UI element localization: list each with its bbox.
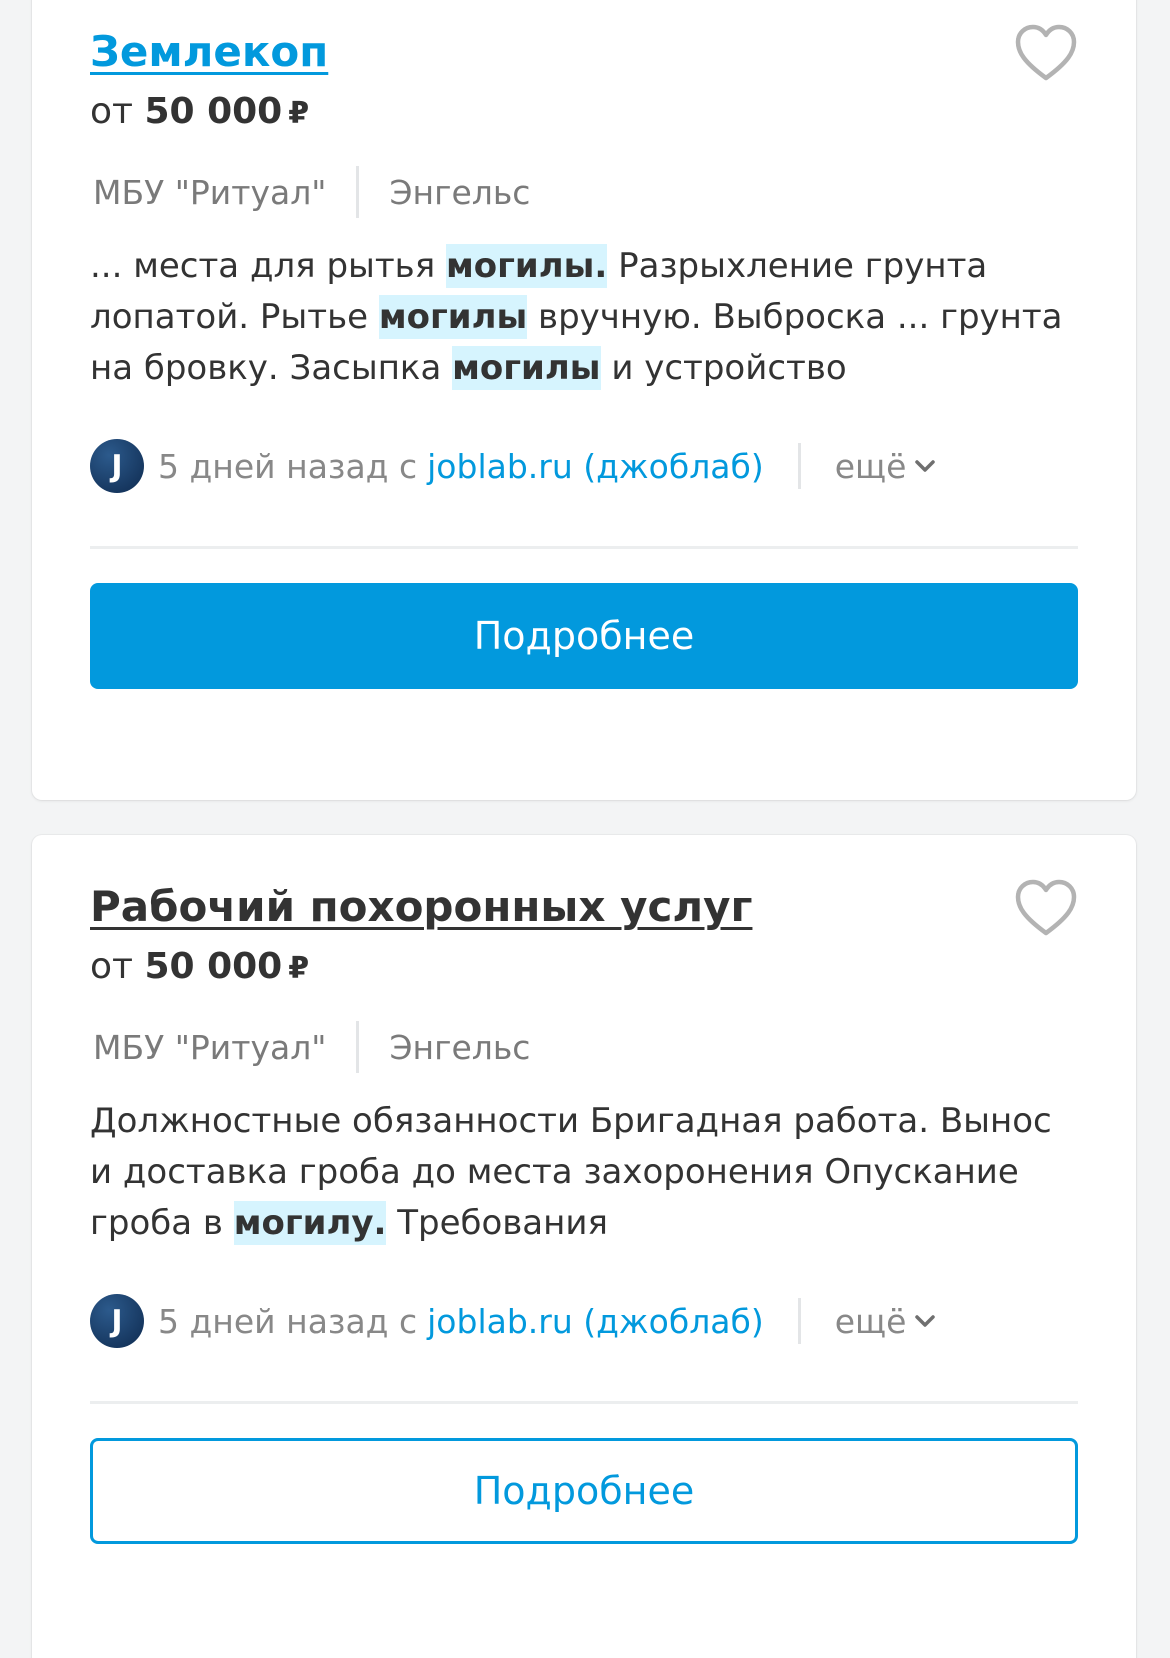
- more-label: ещё: [834, 1301, 907, 1341]
- vacancy-feed: Землекоп от 50 000 ₽ МБУ "Ритуал" Энгельс…: [0, 0, 1170, 1658]
- favorite-heart-icon[interactable]: [1014, 24, 1078, 82]
- favorite-heart-icon[interactable]: [1014, 879, 1078, 937]
- snippet-keyword-highlight: могилы: [452, 346, 601, 390]
- chevron-down-icon: [915, 460, 936, 472]
- company-meta: МБУ "Ритуал" Энгельс: [90, 164, 1078, 220]
- company-name: МБУ "Ритуал": [93, 1027, 327, 1067]
- card-divider: [90, 1401, 1078, 1404]
- currency-symbol: ₽: [288, 96, 310, 131]
- details-button[interactable]: Подробнее: [90, 583, 1078, 689]
- salary: от 50 000 ₽: [90, 943, 1078, 993]
- source-divider: [797, 443, 801, 489]
- snippet-keyword-highlight: могилы: [378, 295, 528, 339]
- company-name: МБУ "Ритуал": [93, 172, 327, 212]
- snippet-text: и устройство: [600, 348, 847, 388]
- salary-prefix: от: [90, 946, 133, 987]
- more-label: ещё: [834, 446, 907, 486]
- salary-prefix: от: [90, 91, 133, 132]
- meta-divider: [356, 166, 360, 218]
- source-row: J 5 дней назад с joblab.ru (джоблаб) ещё: [90, 438, 1078, 494]
- salary-amount: 50 000: [144, 91, 283, 132]
- vacancy-card: Рабочий похоронных услуг от 50 000 ₽ МБУ …: [32, 835, 1136, 1658]
- snippet-text: Требования: [386, 1203, 608, 1243]
- salary: от 50 000 ₽: [90, 88, 1078, 138]
- vacancy-snippet: ... места для рытья могилы. Разрыхление …: [90, 241, 1078, 394]
- snippet-keyword-highlight: могилу.: [233, 1201, 387, 1245]
- card-divider: [90, 546, 1078, 549]
- more-dropdown[interactable]: ещё: [835, 1302, 937, 1341]
- source-avatar: J: [90, 1294, 144, 1348]
- posted-ago: 5 дней назад с: [158, 1301, 418, 1341]
- city-name: Энгельс: [389, 1027, 531, 1067]
- source-avatar: J: [90, 439, 144, 493]
- source-row: J 5 дней назад с joblab.ru (джоблаб) ещё: [90, 1293, 1078, 1349]
- details-button[interactable]: Подробнее: [90, 1438, 1078, 1544]
- posted-ago: 5 дней назад с: [158, 446, 418, 486]
- city-name: Энгельс: [389, 172, 531, 212]
- company-meta: МБУ "Ритуал" Энгельс: [90, 1019, 1078, 1075]
- more-dropdown[interactable]: ещё: [835, 447, 937, 486]
- chevron-down-icon: [915, 1315, 936, 1327]
- currency-symbol: ₽: [288, 951, 310, 986]
- vacancy-title-link[interactable]: Землекоп: [90, 24, 328, 80]
- snippet-keyword-highlight: могилы.: [445, 244, 608, 288]
- salary-amount: 50 000: [144, 946, 283, 987]
- vacancy-card: Землекоп от 50 000 ₽ МБУ "Ритуал" Энгельс…: [32, 0, 1136, 800]
- source-link[interactable]: joblab.ru (джоблаб): [427, 1302, 764, 1341]
- vacancy-title-link[interactable]: Рабочий похоронных услуг: [90, 879, 752, 935]
- source-divider: [797, 1298, 801, 1344]
- vacancy-snippet: Должностные обязанности Бригадная работа…: [90, 1096, 1078, 1249]
- snippet-text: ... места для рытья: [90, 246, 446, 286]
- source-link[interactable]: joblab.ru (джоблаб): [427, 447, 764, 486]
- meta-divider: [356, 1021, 360, 1073]
